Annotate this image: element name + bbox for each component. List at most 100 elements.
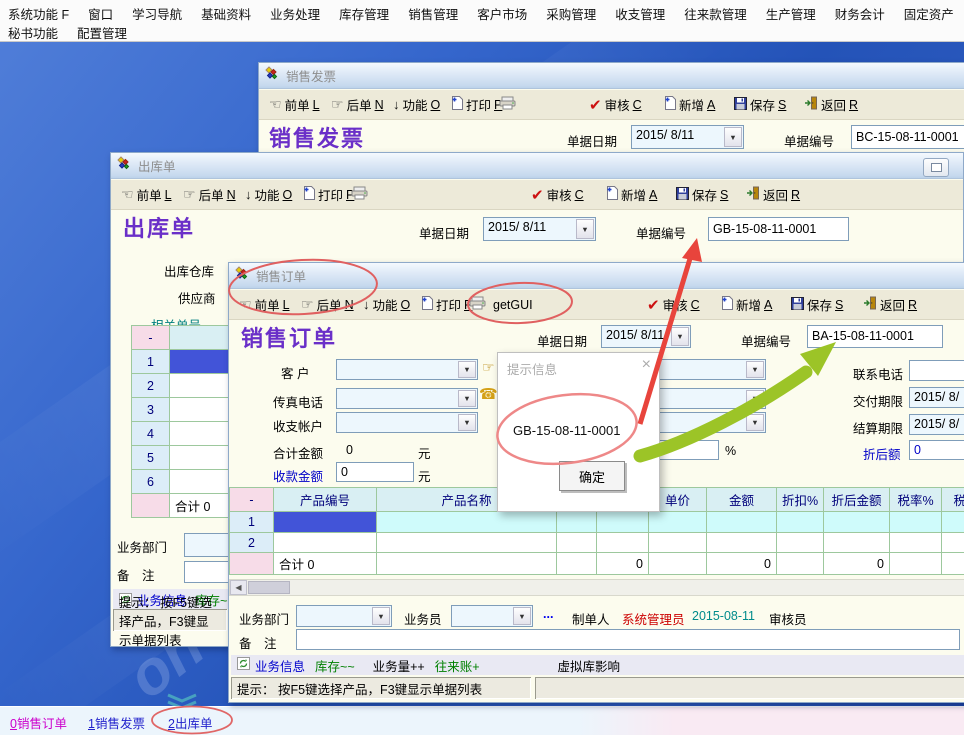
column-header-8[interactable]: 折后金额	[824, 488, 890, 512]
dropdown-arrow-icon[interactable]: ▼	[746, 414, 764, 431]
toolbar-button-审核[interactable]: ✔审核C	[531, 180, 584, 209]
order-fax-combobox[interactable]: ▼	[336, 388, 478, 409]
menu-item-10[interactable]: 往来款管理	[682, 3, 749, 24]
column-header-9[interactable]: 税率%	[890, 488, 942, 512]
dropdown-arrow-icon[interactable]: ▼	[458, 390, 476, 407]
outbound-titlebar[interactable]: 出库单	[111, 153, 963, 179]
toolbar-button-getGUI[interactable]: getGUI	[493, 290, 533, 319]
order-account-combobox[interactable]: ▼	[336, 412, 478, 433]
menu-item-11[interactable]: 生产管理	[764, 3, 818, 24]
dropdown-arrow-icon[interactable]: ▼	[372, 607, 390, 625]
toolbar-button-后单[interactable]: ☞后单N	[331, 90, 384, 119]
order-table-row[interactable]: 1	[230, 512, 964, 533]
dropdown-arrow-icon[interactable]: ▼	[724, 127, 742, 147]
minimize-button[interactable]	[923, 158, 949, 177]
scroll-left-arrow-icon[interactable]: ◀	[230, 580, 247, 595]
outbound-no-input[interactable]: GB-15-08-11-0001	[708, 217, 849, 241]
column-header-10[interactable]: 税额	[942, 488, 964, 512]
toolbar-button-审核[interactable]: ✔审核C	[589, 90, 642, 119]
invoice-no-input[interactable]: BC-15-08-11-0001	[851, 125, 964, 149]
toolbar-button-新增[interactable]: 新增A	[721, 290, 772, 319]
order-dept-combobox[interactable]: ▼	[296, 605, 392, 627]
toolbar-button-审核[interactable]: ✔审核C	[647, 290, 700, 319]
toolbar-button-printer[interactable]	[351, 180, 368, 209]
menu-item-6[interactable]: 销售管理	[406, 3, 460, 24]
toolbar-button-打印[interactable]: 打印P	[421, 290, 472, 319]
column-header-1[interactable]: 产品编号	[274, 488, 377, 512]
dropdown-arrow-icon[interactable]: ▼	[746, 361, 764, 378]
dropdown-arrow-icon[interactable]: ▼	[671, 327, 689, 346]
order-link-4[interactable]: 虚拟库影响	[558, 656, 621, 675]
order-customer-combobox[interactable]: ▼	[336, 359, 478, 380]
order-received-input[interactable]: 0	[336, 462, 414, 482]
more-button[interactable]: ...	[543, 607, 553, 621]
toolbar-button-保存[interactable]: 保存S	[791, 290, 843, 319]
dropdown-arrow-icon[interactable]: ▼	[513, 607, 531, 625]
menu-item-9[interactable]: 收支管理	[613, 3, 667, 24]
toolbar-button-打印[interactable]: 打印P	[303, 180, 354, 209]
dropdown-arrow-icon[interactable]: ▼	[576, 219, 594, 239]
close-icon[interactable]: ×	[642, 356, 651, 374]
toolbar-button-返回[interactable]: 返回R	[746, 180, 800, 209]
toolbar-button-功能[interactable]: ↓功能O	[363, 290, 410, 319]
toolbar-button-前单[interactable]: ☜前单L	[121, 180, 172, 209]
menu-item-7[interactable]: 客户市场	[475, 3, 529, 24]
toolbar-button-保存[interactable]: 保存S	[734, 90, 786, 119]
invoice-date-combobox[interactable]: 2015/ 8/11▼	[631, 125, 744, 149]
toolbar-button-新增[interactable]: 新增A	[606, 180, 657, 209]
menu-item-4[interactable]: 业务处理	[268, 3, 322, 24]
grid-header-minus[interactable]: -	[132, 326, 170, 350]
order-link-2[interactable]: 业务量++	[373, 656, 425, 675]
outbound-date-combobox[interactable]: 2015/ 8/11▼	[483, 217, 596, 241]
menu-item-3[interactable]: 基础资料	[199, 3, 253, 24]
dropdown-arrow-icon[interactable]: ▼	[458, 361, 476, 378]
invoice-titlebar[interactable]: 销售发票	[259, 63, 964, 89]
toolbar-button-返回[interactable]: 返回R	[804, 90, 858, 119]
column-header-0[interactable]: -	[230, 488, 274, 512]
menu-item-5[interactable]: 库存管理	[337, 3, 391, 24]
order-delivery-combobox[interactable]: 2015/ 8/	[909, 387, 964, 408]
toolbar-button-printer[interactable]	[469, 290, 486, 319]
menu-item-0[interactable]: 系统功能 F	[6, 3, 71, 24]
taskbar-item-1[interactable]: 1销售发票	[88, 713, 145, 732]
taskbar-item-2[interactable]: 2出库单	[168, 713, 212, 732]
scrollbar-thumb[interactable]	[248, 581, 290, 594]
order-link-1[interactable]: 库存~~	[315, 656, 355, 675]
order-titlebar[interactable]: 销售订单	[229, 263, 964, 289]
order-date-combobox[interactable]: 2015/ 8/11▼	[601, 325, 691, 348]
order-link-0[interactable]: 业务信息	[255, 656, 305, 675]
phone-icon[interactable]: ☎	[479, 385, 498, 403]
toolbar-button-新增[interactable]: 新增A	[664, 90, 715, 119]
ok-button[interactable]: 确定	[559, 461, 625, 491]
order-clerk-combobox[interactable]: ▼	[451, 605, 533, 627]
order-link-3[interactable]: 往来账+	[435, 656, 480, 675]
toolbar-button-后单[interactable]: ☞后单N	[301, 290, 354, 319]
order-after-discount-input[interactable]: 0	[909, 440, 964, 460]
menu-item-1[interactable]: 窗口	[86, 3, 115, 24]
column-header-6[interactable]: 金额	[707, 488, 777, 512]
order-hscrollbar[interactable]: ◀	[229, 579, 964, 596]
order-no-input[interactable]: BA-15-08-11-0001	[807, 325, 943, 348]
toolbar-button-打印[interactable]: 打印P	[451, 90, 502, 119]
toolbar-button-功能[interactable]: ↓功能O	[245, 180, 292, 209]
dropdown-arrow-icon[interactable]: ▼	[458, 414, 476, 431]
column-header-7[interactable]: 折扣%	[777, 488, 824, 512]
dropdown-arrow-icon[interactable]: ▼	[746, 390, 764, 407]
menu-item-2[interactable]: 学习导航	[130, 3, 184, 24]
menu-item-13[interactable]: 固定资产	[902, 3, 956, 24]
menu-item-row2-0[interactable]: 秘书功能	[6, 22, 60, 43]
toolbar-button-后单[interactable]: ☞后单N	[183, 180, 236, 209]
order-settle-combobox[interactable]: 2015/ 8/	[909, 414, 964, 435]
menu-item-8[interactable]: 采购管理	[544, 3, 598, 24]
menu-item-12[interactable]: 财务会计	[833, 3, 887, 24]
toolbar-button-前单[interactable]: ☜前单L	[269, 90, 320, 119]
order-note-input[interactable]	[296, 629, 960, 650]
order-table-row[interactable]: 2	[230, 533, 964, 553]
toolbar-button-前单[interactable]: ☜前单L	[239, 290, 290, 319]
order-contact-input[interactable]	[909, 360, 964, 381]
toolbar-button-保存[interactable]: 保存S	[676, 180, 728, 209]
taskbar-item-0[interactable]: 0销售订单	[10, 713, 67, 732]
pointing-hand-icon[interactable]: ☞	[482, 359, 495, 376]
toolbar-button-printer[interactable]	[499, 90, 516, 119]
menu-item-row2-1[interactable]: 配置管理	[75, 22, 129, 43]
